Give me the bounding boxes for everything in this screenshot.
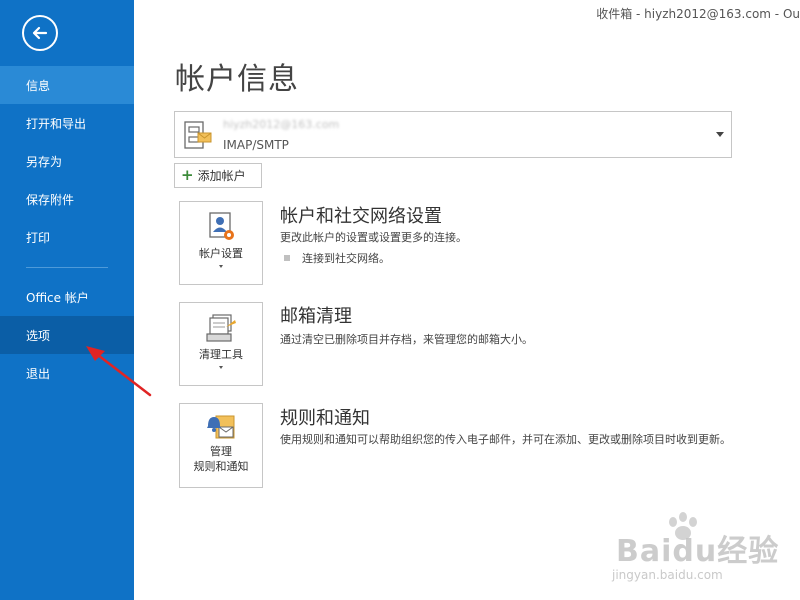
caret-down-icon: [219, 366, 223, 369]
account-settings-label: 帐户设置: [199, 247, 243, 260]
manage-rules-button[interactable]: 管理 规则和通知: [179, 403, 263, 488]
rules-alerts-label: 规则和通知: [193, 460, 249, 473]
section-title-account-settings: 帐户和社交网络设置: [280, 206, 442, 227]
social-network-bullet: 连接到社交网络。: [284, 250, 390, 266]
window-title: 收件箱 - hiyzh2012@163.com - Ou: [596, 7, 800, 21]
bullet-icon: [284, 255, 290, 261]
account-settings-button[interactable]: 帐户设置: [179, 201, 263, 285]
manage-label: 管理: [210, 445, 232, 458]
section-title-rules-alerts: 规则和通知: [280, 408, 370, 429]
watermark-brand: Baidu经验: [616, 534, 780, 569]
section-desc-mailbox-cleanup: 通过清空已删除项目并存档，来管理您的邮箱大小。: [280, 333, 533, 346]
rules-alerts-icon: [207, 415, 235, 439]
plus-icon: +: [181, 166, 194, 184]
nav-item-print[interactable]: 打印: [0, 218, 134, 256]
back-arrow-icon: [32, 26, 48, 40]
account-type: IMAP/SMTP: [223, 138, 289, 152]
watermark-url: jingyan.baidu.com: [612, 568, 723, 582]
nav-item-open-export[interactable]: 打开和导出: [0, 104, 134, 142]
nav-item-exit[interactable]: 退出: [0, 354, 134, 392]
chevron-down-icon: [716, 132, 724, 137]
baidu-watermark: Baidu经验 jingyan.baidu.com: [598, 510, 798, 595]
nav-item-options[interactable]: 选项: [0, 316, 134, 354]
cleanup-tools-label: 清理工具: [199, 348, 243, 361]
section-desc-rules-alerts: 使用规则和通知可以帮助组织您的传入电子邮件，并可在添加、更改或删除项目时收到更新…: [280, 433, 731, 446]
nav-item-info[interactable]: 信息: [0, 66, 134, 104]
section-desc-account-settings: 更改此帐户的设置或设置更多的连接。: [280, 231, 467, 244]
section-title-mailbox-cleanup: 邮箱清理: [280, 306, 352, 327]
account-settings-icon: [209, 212, 234, 240]
cleanup-tools-button[interactable]: 清理工具: [179, 302, 263, 386]
add-account-button[interactable]: + 添加帐户: [174, 163, 262, 188]
nav-item-office-account[interactable]: Office 帐户: [0, 278, 134, 316]
add-account-label: 添加帐户: [197, 169, 246, 183]
caret-down-icon: [219, 265, 223, 268]
page-title: 帐户信息: [175, 62, 299, 97]
account-email: hiyzh2012@163.com: [223, 118, 340, 131]
account-selector[interactable]: hiyzh2012@163.com IMAP/SMTP: [174, 111, 732, 158]
bullet-text: 连接到社交网络。: [302, 252, 390, 265]
sidebar-divider: [26, 267, 108, 268]
nav-item-save-as[interactable]: 另存为: [0, 142, 134, 180]
mail-account-icon: [184, 121, 212, 149]
nav-item-save-attachments[interactable]: 保存附件: [0, 180, 134, 218]
cleanup-tools-icon: [206, 314, 236, 342]
back-button[interactable]: [22, 15, 58, 51]
backstage-sidebar: 信息 打开和导出 另存为 保存附件 打印 Office 帐户 选项 退出: [0, 0, 134, 600]
